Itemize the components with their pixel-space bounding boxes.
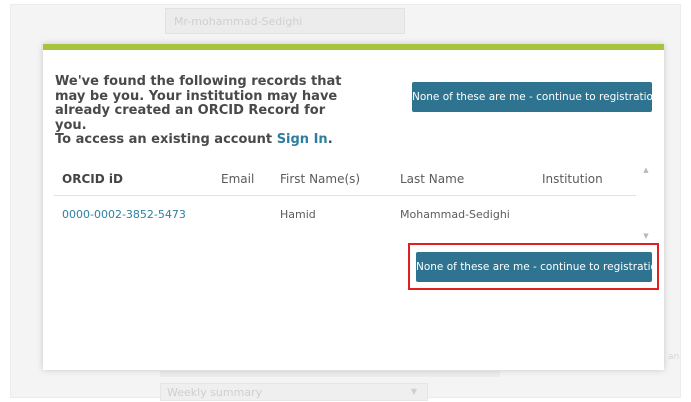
background-right-edge-text: an [668,352,680,362]
background-select-value: Weekly summary [167,386,263,399]
message-line-1: We've found the following records that [55,74,342,89]
message-line-4-suffix: . [327,132,333,147]
none-of-these-top-button[interactable]: None of these are me - continue to regis… [412,82,660,112]
duplicate-records-modal: We've found the following records that m… [43,44,664,370]
column-header-orcid: ORCID iD [62,172,123,186]
highlight-annotation-box [408,243,659,290]
table-row: 0000-0002-3852-5473 Hamid Mohammad-Sedig… [54,196,636,234]
first-name-cell: Hamid [280,208,316,221]
column-header-last-name: Last Name [400,172,465,186]
chevron-down-icon: ▼ [410,387,417,396]
duplicate-records-message: We've found the following records that m… [55,74,347,148]
background-text-line [160,371,500,377]
last-name-cell: Mohammad-Sedighi [400,208,510,221]
table-header-row: ORCID iD Email First Name(s) Last Name I… [54,161,636,196]
column-header-institution: Institution [542,172,603,186]
sign-in-link[interactable]: Sign In [277,132,328,147]
column-header-first-name: First Name(s) [280,172,361,186]
table-scrollbar[interactable]: ▲ ▼ [639,165,653,245]
records-table: ORCID iD Email First Name(s) Last Name I… [54,161,636,234]
message-line-2: may be you. Your institution may have [55,88,338,104]
background-name-field: Mr-mohammad-Sedighi [165,8,405,34]
column-header-email: Email [221,172,255,186]
scroll-down-arrow-icon[interactable]: ▼ [639,231,653,241]
scroll-up-arrow-icon[interactable]: ▲ [639,165,653,175]
message-line-4: To access an existing account [55,132,277,147]
orcid-id-link[interactable]: 0000-0002-3852-5473 [62,208,186,221]
background-notification-select: Weekly summary ▼ [160,383,428,401]
message-line-3: already created an ORCID Record for you. [55,103,326,133]
